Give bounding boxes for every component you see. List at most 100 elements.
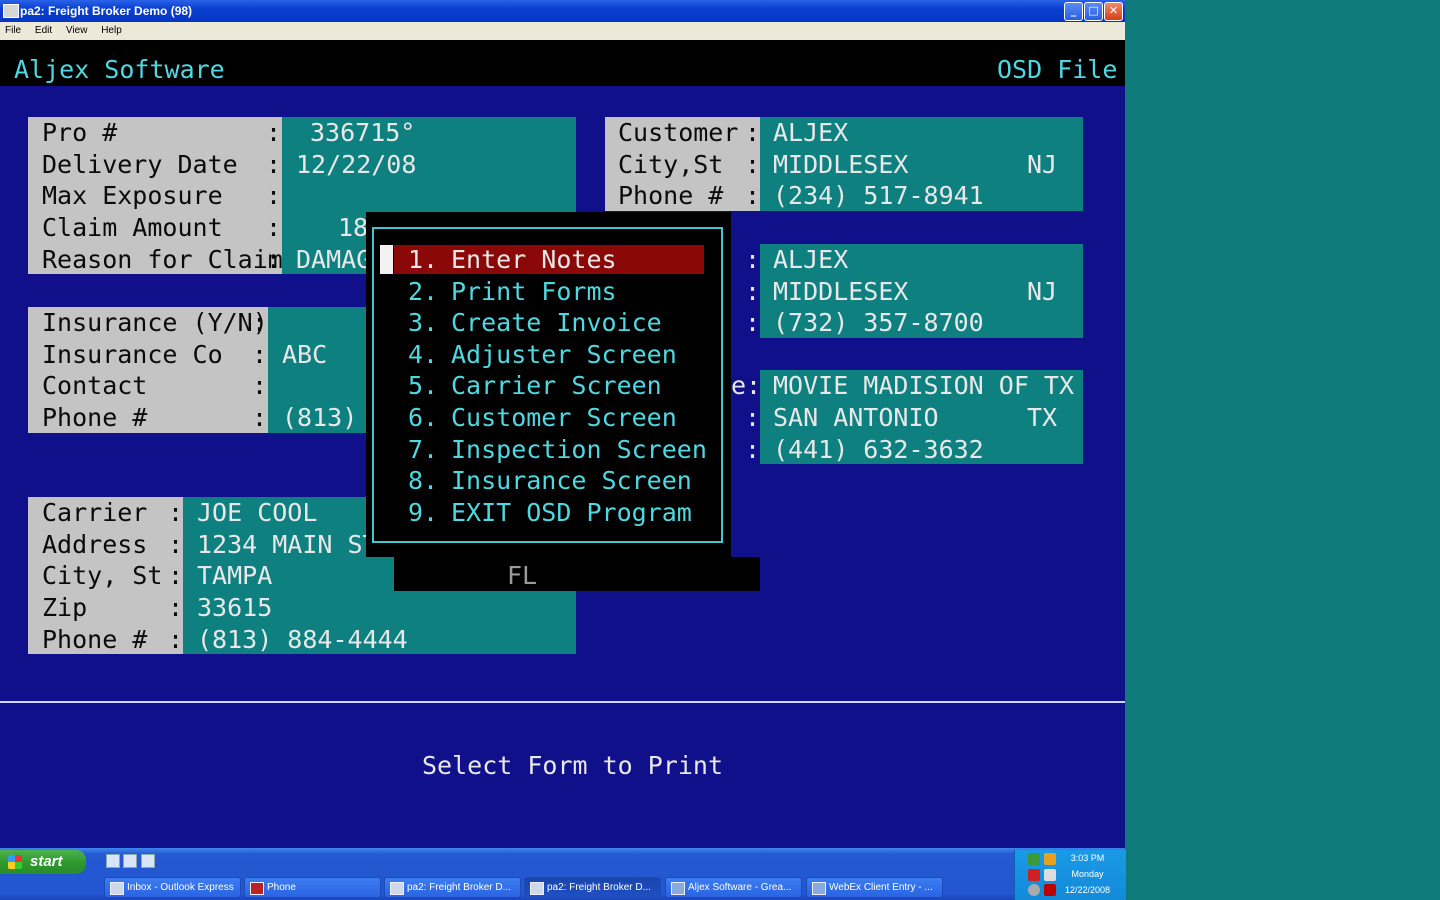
party3-city-value[interactable]: SAN ANTONIO — [773, 402, 939, 434]
label-customer-phone: Phone # — [618, 181, 724, 210]
menu-item-number: 7. — [408, 435, 439, 464]
task-label: Aljex Software - Grea... — [688, 882, 792, 893]
colon: : — [745, 245, 761, 274]
windows-logo-icon — [8, 855, 22, 869]
outlook-icon — [110, 882, 124, 895]
menu-file[interactable]: File — [5, 25, 21, 36]
task-label: Phone — [267, 882, 296, 893]
colon: : — [266, 181, 282, 210]
minimize-button[interactable]: _ — [1064, 2, 1083, 21]
network-icon[interactable] — [1028, 853, 1040, 865]
carrier-address-value[interactable]: 1234 MAIN ST — [197, 529, 378, 561]
task-freight-broker-2[interactable]: pa2: Freight Broker D... — [524, 877, 661, 898]
customer-state-value[interactable]: NJ — [1027, 149, 1057, 181]
colon: : — [252, 403, 268, 432]
party3-state-value[interactable]: TX — [1027, 402, 1057, 434]
party2-state-value[interactable]: NJ — [1027, 276, 1057, 308]
menu-item-number: 2. — [408, 277, 439, 306]
terminal-icon — [390, 882, 404, 895]
claim-amount-value[interactable]: 18 — [338, 212, 368, 244]
task-label: pa2: Freight Broker D... — [547, 882, 651, 893]
colon: : — [745, 403, 761, 432]
start-label: start — [30, 853, 63, 870]
menu-item-label: Customer Screen — [451, 403, 677, 432]
carrier-name-value[interactable]: JOE COOL — [197, 497, 317, 529]
customer-city-value[interactable]: MIDDLESEX — [773, 149, 908, 181]
reason-for-claim-value[interactable]: DAMAG — [296, 244, 371, 276]
task-phone[interactable]: Phone — [244, 877, 381, 898]
colon: : — [168, 625, 184, 654]
clock-time[interactable]: 3:03 PM — [1060, 853, 1115, 863]
start-button[interactable]: start — [0, 850, 86, 874]
task-aljex-browser[interactable]: Aljex Software - Grea... — [665, 877, 802, 898]
menu-view[interactable]: View — [66, 25, 88, 36]
party2-name-value[interactable]: ALJEX — [773, 244, 848, 276]
internet-explorer-icon — [812, 882, 826, 895]
menu-item-label: Create Invoice — [451, 308, 662, 337]
menu-help[interactable]: Help — [101, 25, 122, 36]
party2-city-value[interactable]: MIDDLESEX — [773, 276, 908, 308]
title-bar[interactable]: pa2: Freight Broker Demo (98) _ □ ✕ — [0, 0, 1125, 22]
internet-explorer-icon — [671, 882, 685, 895]
screen-title: OSD File — [997, 55, 1118, 84]
colon: : — [266, 150, 282, 179]
shield-icon[interactable] — [1044, 853, 1056, 865]
quick-launch-help-icon[interactable] — [141, 854, 155, 868]
carrier-city-value[interactable]: TAMPA — [197, 560, 272, 592]
quick-launch-desktop-icon[interactable] — [123, 854, 137, 868]
carrier-phone-value[interactable]: (813) 884-4444 — [197, 624, 408, 656]
carrier-state-value: FL — [507, 561, 538, 590]
task-webex[interactable]: WebEx Client Entry - ... — [806, 877, 943, 898]
menu-item-label: Print Forms — [451, 277, 617, 306]
terminal-window: pa2: Freight Broker Demo (98) _ □ ✕ File… — [0, 0, 1125, 848]
task-label: WebEx Client Entry - ... — [829, 882, 933, 893]
label-carrier-phone: Phone # — [42, 625, 148, 654]
label-reason-for-claim: Reason for Claim — [42, 245, 283, 274]
colon: : — [168, 530, 184, 559]
delivery-date-value[interactable]: 12/22/08 — [296, 149, 416, 181]
task-freight-broker-1[interactable]: pa2: Freight Broker D... — [384, 877, 521, 898]
label-customer-city: City,St — [618, 150, 724, 179]
colon: : — [266, 213, 282, 242]
close-button[interactable]: ✕ — [1104, 2, 1123, 21]
colon: : — [745, 118, 761, 147]
search-icon[interactable] — [1044, 869, 1056, 881]
customer-phone-value[interactable]: (234) 517-8941 — [773, 180, 984, 212]
menu-item-label: Inspection Screen — [451, 435, 707, 464]
maximize-button[interactable]: □ — [1084, 2, 1103, 21]
label-contact: Contact — [42, 371, 148, 400]
label-insurance-phone: Phone # — [42, 403, 148, 432]
task-outlook-express[interactable]: Inbox - Outlook Express — [104, 877, 241, 898]
colon: : — [168, 561, 184, 590]
terminal-header: Aljex Software OSD File — [0, 40, 1125, 86]
label-customer: Customer — [618, 118, 739, 147]
menu-item-label: Carrier Screen — [451, 371, 662, 400]
label-max-exposure: Max Exposure — [42, 181, 223, 210]
menu-item-label: Insurance Screen — [451, 466, 692, 495]
carrier-zip-value[interactable]: 33615 — [197, 592, 272, 624]
phone-icon — [250, 882, 264, 895]
party3-phone-value[interactable]: (441) 632-3632 — [773, 434, 984, 466]
status-divider — [0, 701, 1125, 703]
colon: : — [252, 340, 268, 369]
colon: : — [745, 181, 761, 210]
menu-edit[interactable]: Edit — [35, 25, 52, 36]
quick-launch-pen-icon[interactable] — [106, 854, 120, 868]
ati-icon[interactable] — [1028, 869, 1040, 881]
insurance-phone-value[interactable]: (813) — [282, 402, 357, 434]
pro-number-value[interactable]: 336715° — [310, 117, 415, 149]
colon: : — [168, 498, 184, 527]
mcafee-icon[interactable] — [1044, 884, 1056, 896]
colon: : — [252, 371, 268, 400]
party3-name-value[interactable]: MOVIE MADISION OF TX — [773, 370, 1074, 402]
label-insurance-co: Insurance Co — [42, 340, 223, 369]
terminal-icon — [530, 882, 544, 895]
customer-name-value[interactable]: ALJEX — [773, 117, 848, 149]
volume-icon[interactable] — [1028, 884, 1040, 896]
task-label: pa2: Freight Broker D... — [407, 882, 511, 893]
status-message: Select Form to Print — [422, 751, 724, 780]
insurance-co-value[interactable]: ABC — [282, 339, 327, 371]
colon: : — [266, 118, 282, 147]
party2-phone-value[interactable]: (732) 357-8700 — [773, 307, 984, 339]
label-zip: Zip — [42, 593, 88, 622]
